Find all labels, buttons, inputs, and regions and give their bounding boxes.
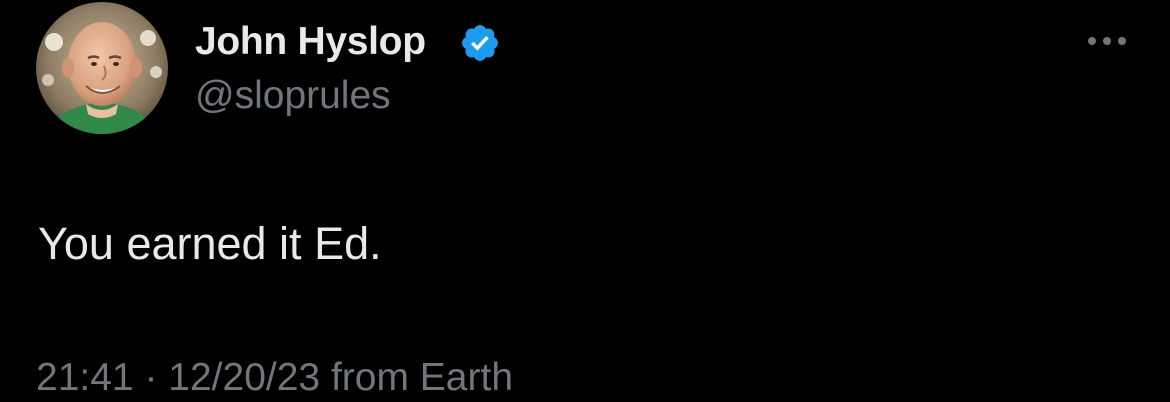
more-horizontal-icon[interactable] bbox=[1080, 26, 1134, 56]
user-handle[interactable]: @sloprules bbox=[195, 72, 391, 120]
meta-separator: · bbox=[144, 356, 158, 399]
tweet-source: from Earth bbox=[330, 356, 514, 399]
tweet-metadata: 21:41 · 12/20/23 from Earth bbox=[36, 354, 513, 402]
tweet-text: You earned it Ed. bbox=[38, 218, 382, 269]
verified-badge-icon bbox=[459, 22, 501, 64]
display-name[interactable]: John Hyslop bbox=[195, 18, 426, 66]
tweet-card: John Hyslop @sloprules You earned it Ed.… bbox=[0, 0, 1170, 399]
avatar[interactable] bbox=[36, 2, 168, 134]
tweet-date[interactable]: 12/20/23 bbox=[168, 356, 320, 399]
tweet-time[interactable]: 21:41 bbox=[36, 356, 134, 399]
